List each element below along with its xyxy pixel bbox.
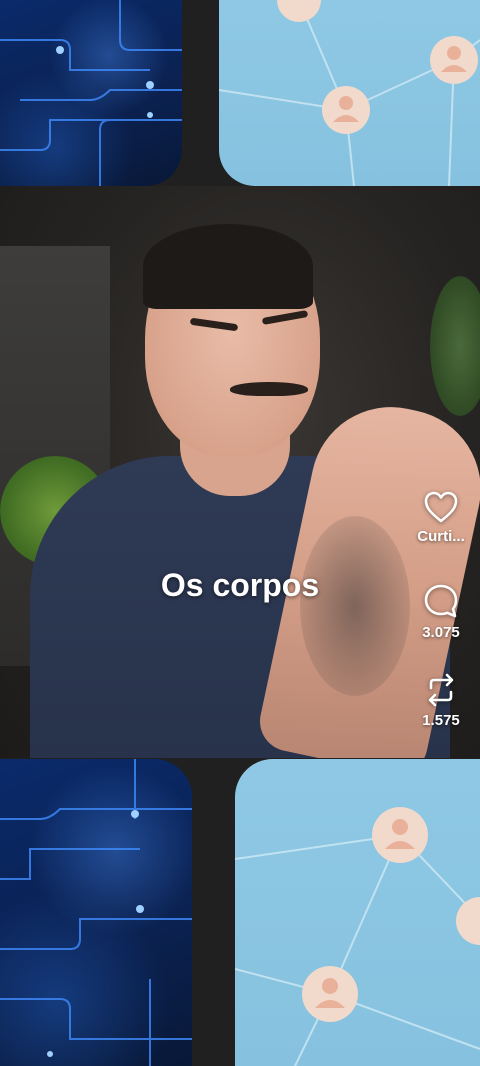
comment-button[interactable]: 3.075	[402, 582, 480, 641]
christmas-tree	[430, 276, 480, 416]
repost-count: 1.575	[422, 712, 460, 729]
heart-icon	[424, 491, 458, 523]
network-background-tile	[219, 0, 480, 186]
repost-button[interactable]: 1.575	[402, 672, 480, 729]
circuit-background-tile	[0, 0, 182, 186]
reel-viewer: Os corpos Curti... 3.075 1.575	[0, 0, 480, 1066]
person-hair	[143, 224, 313, 309]
person-mustache	[230, 382, 308, 396]
repost-icon	[428, 673, 454, 707]
circuit-background-tile	[0, 759, 192, 1066]
comment-count: 3.075	[422, 624, 460, 641]
like-label: Curti...	[417, 528, 465, 545]
like-button[interactable]: Curti...	[402, 490, 480, 545]
arm-tattoo	[300, 516, 410, 696]
network-background-tile	[235, 759, 480, 1066]
comment-icon	[424, 584, 458, 618]
